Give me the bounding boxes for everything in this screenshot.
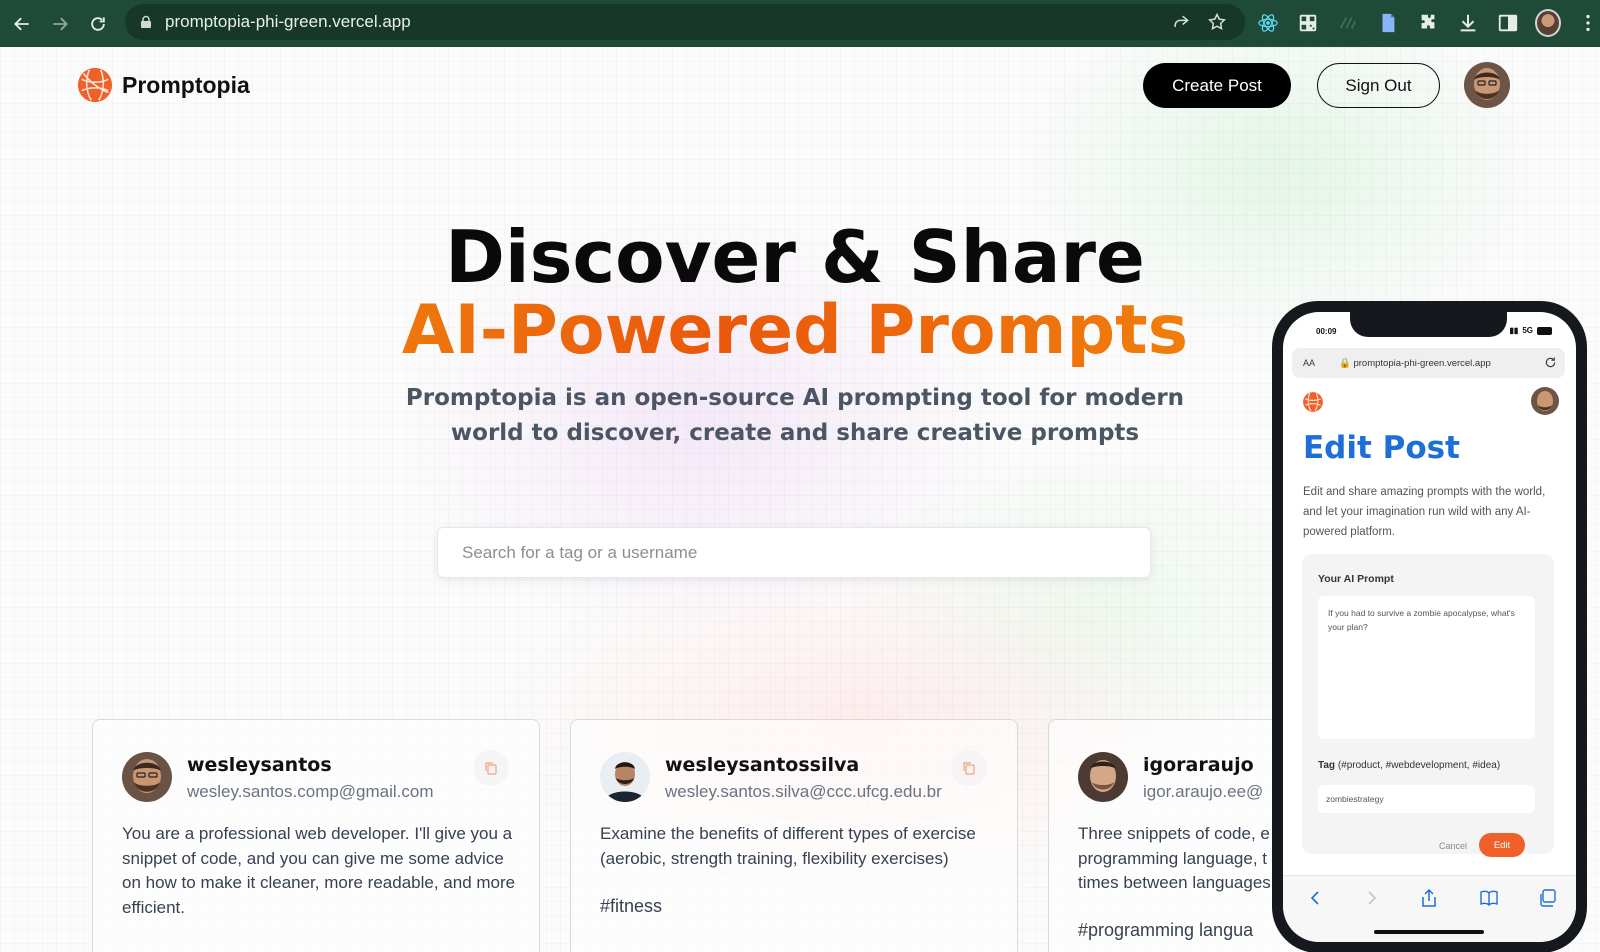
card-username[interactable]: wesleysantos (187, 754, 332, 776)
card-tag[interactable]: #fitness (600, 896, 662, 917)
signal-bars-icon: ▮▮ (1509, 326, 1519, 335)
reload-icon[interactable] (1544, 356, 1557, 369)
lock-icon (141, 15, 151, 28)
network-label: 5G (1522, 326, 1533, 335)
edit-post-title: Edit Post (1303, 430, 1460, 466)
chevron-left-icon[interactable] (1306, 888, 1326, 908)
card-avatar[interactable] (1078, 752, 1128, 802)
profile-avatar (1535, 9, 1561, 37)
prompt-textarea[interactable]: If you had to survive a zombie apocalyps… (1318, 596, 1535, 739)
docs-extension[interactable] (1375, 10, 1401, 36)
hero-description: Promptopia is an open-source AI promptin… (405, 385, 1185, 446)
phone-time: 00:09 (1316, 327, 1337, 336)
profile-button[interactable] (1535, 9, 1561, 37)
tag-label: Tag (#product, #webdevelopment, #idea) (1318, 760, 1500, 771)
copy-icon (963, 762, 975, 775)
copy-icon (485, 762, 497, 775)
promptopia-logo-icon (77, 67, 113, 103)
card-username[interactable]: igoraraujo (1143, 754, 1254, 776)
phone-bottom-toolbar (1283, 875, 1576, 942)
forward-button[interactable] (44, 8, 76, 40)
react-devtools-extension[interactable] (1255, 10, 1281, 36)
copy-button[interactable] (951, 750, 987, 786)
address-url: promptopia-phi-green.vercel.app (165, 12, 411, 31)
chevron-right-icon[interactable] (1361, 888, 1381, 908)
arrow-left-icon (14, 17, 29, 30)
phone-address-bar[interactable]: AA 🔒 promptopia-phi-green.vercel.app (1292, 348, 1565, 378)
prompt-label: Your AI Prompt (1318, 573, 1394, 585)
side-panel-icon (1498, 14, 1518, 32)
back-button[interactable] (6, 8, 38, 40)
card-email: wesley.santos.comp@gmail.com (187, 782, 434, 801)
hero-title: Discover & Share (445, 215, 1145, 299)
card-username[interactable]: wesleysantossilva (665, 754, 859, 776)
card-avatar[interactable] (600, 752, 650, 802)
share-icon[interactable] (1171, 12, 1191, 32)
react-icon (1258, 14, 1278, 32)
side-panel-button[interactable] (1495, 10, 1521, 36)
create-post-button[interactable]: Create Post (1143, 63, 1291, 108)
reload-icon (91, 16, 105, 31)
cancel-link[interactable]: Cancel (1439, 841, 1467, 851)
phone-status: ▮▮ 5G (1510, 326, 1552, 335)
phone-user-avatar[interactable] (1531, 387, 1559, 415)
download-icon (1460, 14, 1476, 32)
tag-hint: (#product, #webdevelopment, #idea) (1337, 760, 1501, 771)
search-input[interactable] (437, 527, 1151, 578)
prompt-card: wesleysantos wesley.santos.comp@gmail.co… (92, 719, 540, 952)
phone-notch (1350, 312, 1507, 337)
extensions-button[interactable] (1415, 10, 1441, 36)
downloads-button[interactable] (1455, 10, 1481, 36)
promptopia-logo-icon[interactable] (1302, 391, 1324, 413)
card-prompt-text: Examine the benefits of different types … (600, 824, 976, 868)
phone-screen: 00:09 ▮▮ 5G AA 🔒 promptopia-phi-green.ve… (1283, 312, 1576, 942)
more-vertical-icon (1586, 14, 1590, 32)
user-avatar-image (1464, 62, 1510, 108)
phone-url-text: promptopia-phi-green.vercel.app (1353, 357, 1491, 369)
bookmark-star-icon[interactable] (1207, 12, 1227, 32)
arrow-right-icon (53, 17, 68, 30)
avatar-image (1078, 752, 1128, 802)
browser-toolbar: promptopia-phi-green.vercel.app (0, 0, 1600, 47)
avatar-image (600, 752, 650, 802)
avatar-image (122, 752, 172, 802)
card-email: igor.araujo.ee@ (1143, 782, 1264, 801)
tag-label-text: Tag (1318, 760, 1336, 771)
card-prompt-text: You are a professional web developer. I'… (122, 824, 516, 917)
card-email: wesley.santos.silva@ccc.ufcg.edu.br (665, 782, 942, 801)
document-icon (1382, 13, 1395, 33)
share-icon[interactable] (1419, 888, 1439, 908)
browser-menu-button[interactable] (1575, 10, 1600, 36)
card-tag[interactable]: #programming langua (1078, 920, 1253, 941)
home-indicator (1374, 930, 1484, 934)
bookmarks-icon[interactable] (1479, 888, 1499, 908)
tag-input[interactable]: zombiestrategy (1318, 785, 1535, 813)
edit-post-form: Your AI Prompt If you had to survive a z… (1302, 554, 1554, 857)
qr-code-icon (1299, 14, 1317, 32)
puzzle-icon (1421, 14, 1435, 29)
edit-submit-button[interactable]: Edit (1479, 833, 1525, 857)
dim-extension[interactable] (1335, 10, 1361, 36)
phone-url: 🔒 promptopia-phi-green.vercel.app (1339, 357, 1491, 369)
copy-button[interactable] (473, 750, 509, 786)
prompt-card: wesleysantossilva wesley.santos.silva@cc… (570, 719, 1018, 952)
brand-link[interactable]: Promptopia (76, 66, 250, 104)
sign-out-button[interactable]: Sign Out (1317, 63, 1440, 108)
qr-code-extension[interactable] (1295, 10, 1321, 36)
phone-mockup: 00:09 ▮▮ 5G AA 🔒 promptopia-phi-green.ve… (1272, 301, 1587, 952)
tabs-icon[interactable] (1538, 888, 1558, 908)
page-content: Promptopia Create Post Sign Out Discover… (0, 47, 1600, 952)
battery-icon (1537, 326, 1552, 335)
card-avatar[interactable] (122, 752, 172, 802)
reload-button[interactable] (82, 8, 114, 40)
avatar-image (1531, 387, 1559, 415)
extension-faded-icon (1339, 17, 1357, 29)
brand-name: Promptopia (122, 71, 250, 98)
reader-mode-button[interactable]: AA (1303, 358, 1315, 368)
address-bar[interactable]: promptopia-phi-green.vercel.app (125, 4, 1245, 40)
user-avatar[interactable] (1464, 62, 1510, 108)
edit-post-description: Edit and share amazing prompts with the … (1303, 486, 1546, 538)
